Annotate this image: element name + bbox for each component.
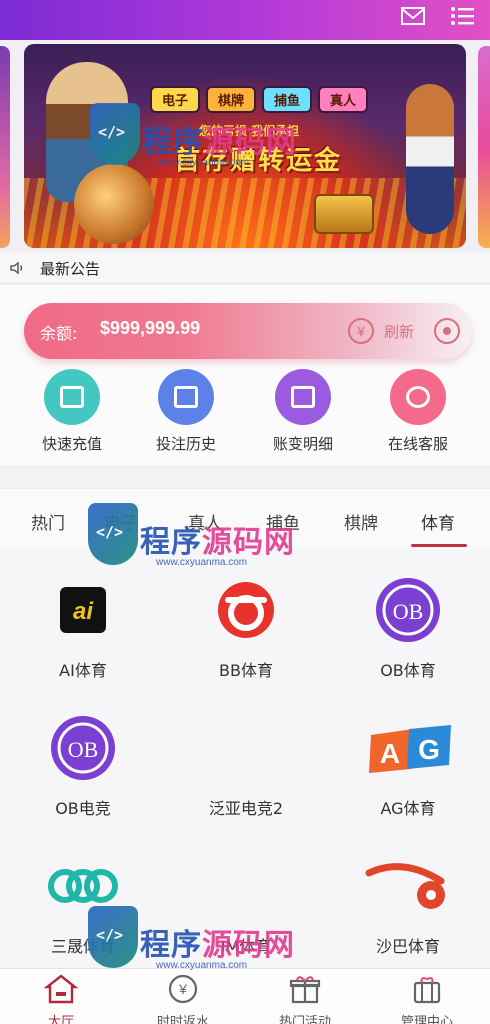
svg-text:¥: ¥ (178, 981, 187, 997)
tab-electronic[interactable]: 电子 (104, 509, 138, 534)
gift-box-icon (413, 977, 441, 1004)
banner-treasure-chest (314, 194, 374, 234)
game-name: BB体育 (219, 661, 273, 680)
wallet-panel: 余额: $999,999.99 ¥ 刷新 快速充值 投注历史 账变明细 在线客服 (0, 285, 490, 467)
svg-text:A: A (380, 738, 400, 769)
gift-icon (289, 976, 321, 1004)
active-tab-indicator (411, 544, 467, 547)
shaba-logo-icon (365, 851, 445, 921)
online-support-button[interactable]: 在线客服 (363, 369, 473, 455)
wallet-icon (275, 369, 331, 425)
game-ai-sports[interactable]: ai AI体育 (3, 565, 163, 695)
bet-history-button[interactable]: 投注历史 (131, 369, 241, 455)
ai-logo-icon: ai (48, 575, 118, 645)
banner-subline: 您的亏损 我们承担 (199, 124, 300, 138)
banner-mascot (74, 164, 154, 244)
balance-amount: $999,999.99 (100, 318, 201, 338)
balance-label: 余额: (40, 324, 78, 343)
tab-fishing[interactable]: 捕鱼 (266, 509, 300, 534)
game-im-sports[interactable]: IM体育 (166, 841, 326, 971)
game-name: OB电竞 (55, 799, 111, 818)
edit-icon (158, 369, 214, 425)
game-ag-sports[interactable]: AG AG体育 (328, 703, 488, 833)
game-name: 三晟体育 (50, 937, 115, 956)
banner-next-slide[interactable] (478, 46, 490, 248)
eye-icon[interactable] (434, 318, 460, 344)
game-name: 沙巴体育 (375, 937, 440, 956)
banner-headline: 首存赠转运金 (174, 146, 343, 176)
svg-text:G: G (418, 734, 440, 765)
category-tabs: 热门 电子 真人 捕鱼 棋牌 体育 (0, 488, 490, 550)
quick-deposit-button[interactable]: 快速充值 (17, 369, 127, 455)
banner-slide[interactable]: 电子 棋牌 捕鱼 真人 您的亏损 我们承担 首存赠转运金 (24, 44, 466, 248)
tab-label: 热门活动 (278, 1015, 331, 1024)
tab-live[interactable]: 真人 (188, 509, 222, 534)
ob-logo-icon: OB (48, 713, 118, 783)
list-menu-icon[interactable] (449, 4, 477, 28)
account-details-button[interactable]: 账变明细 (248, 369, 358, 455)
banner-tag: 棋牌 (206, 86, 257, 113)
support-icon (390, 369, 446, 425)
game-sansheng-sports[interactable]: 三晟体育 (3, 841, 163, 971)
game-name: AI体育 (59, 661, 107, 680)
yen-coin-icon[interactable]: ¥ (348, 318, 374, 344)
tab-management[interactable]: 管理中心 (366, 973, 488, 1024)
yen-coin-icon: ¥ (168, 974, 198, 1004)
svg-text:OB: OB (68, 737, 99, 762)
banner-tag: 真人 (318, 86, 369, 113)
game-name: OB体育 (380, 661, 436, 680)
tab-chess[interactable]: 棋牌 (344, 509, 378, 534)
game-name: AG体育 (380, 799, 436, 818)
speaker-icon (10, 261, 23, 275)
game-grid: ai AI体育 BB体育 OB OB体育 OB OB电竞 泛亚电竞2 AG AG… (0, 551, 490, 968)
mail-icon[interactable] (399, 4, 427, 28)
fanya-logo-icon (211, 713, 281, 783)
quick-action-label: 投注历史 (155, 435, 216, 453)
tab-hot[interactable]: 热门 (31, 509, 65, 534)
balance-card: 余额: $999,999.99 ¥ 刷新 (24, 303, 472, 359)
game-name: IM体育 (220, 937, 272, 956)
notice-label: 最新公告 (40, 260, 101, 278)
tab-rebate[interactable]: ¥ 时时返水 (122, 973, 244, 1024)
sansheng-logo-icon (48, 851, 118, 921)
banner-prev-slide[interactable] (0, 46, 10, 248)
game-shaba-sports[interactable]: 沙巴体育 (328, 841, 488, 971)
game-bb-sports[interactable]: BB体育 (166, 565, 326, 695)
tab-promotions[interactable]: 热门活动 (244, 973, 366, 1024)
tab-label: 时时返水 (156, 1015, 209, 1024)
bottom-tab-bar: 大厅 ¥ 时时返水 热门活动 管理中心 (0, 968, 490, 1024)
banner-carousel[interactable]: 电子 棋牌 捕鱼 真人 您的亏损 我们承担 首存赠转运金 (0, 40, 490, 252)
quick-action-label: 快速充值 (41, 435, 102, 453)
svg-text:OB: OB (393, 599, 424, 624)
notice-bar[interactable]: 最新公告 (0, 252, 490, 284)
tab-lobby[interactable]: 大厅 (0, 973, 122, 1024)
ag-logo-icon: AG (369, 713, 451, 783)
top-bar (0, 0, 490, 40)
game-name: 泛亚电竞2 (208, 799, 284, 818)
game-ob-sports[interactable]: OB OB体育 (328, 565, 488, 695)
quick-action-label: 账变明细 (272, 435, 333, 453)
tab-label: 大厅 (47, 1015, 74, 1024)
banner-tags: 电子 棋牌 捕鱼 真人 (150, 86, 369, 113)
bb-logo-icon (211, 575, 281, 645)
im-logo-icon (211, 851, 281, 921)
banner-character-right (406, 84, 454, 234)
tab-sports[interactable]: 体育 (421, 509, 455, 534)
banner-tag: 电子 (150, 86, 201, 113)
game-fanya-esports[interactable]: 泛亚电竞2 (166, 703, 326, 833)
card-icon (44, 369, 100, 425)
refresh-button[interactable]: 刷新 (384, 321, 414, 342)
game-ob-esports[interactable]: OB OB电竞 (3, 703, 163, 833)
home-icon (43, 974, 79, 1004)
quick-action-label: 在线客服 (387, 435, 448, 453)
svg-text:ai: ai (73, 598, 94, 625)
banner-tag: 捕鱼 (262, 86, 313, 113)
ob-logo-icon: OB (373, 575, 443, 645)
tab-label: 管理中心 (400, 1015, 453, 1024)
